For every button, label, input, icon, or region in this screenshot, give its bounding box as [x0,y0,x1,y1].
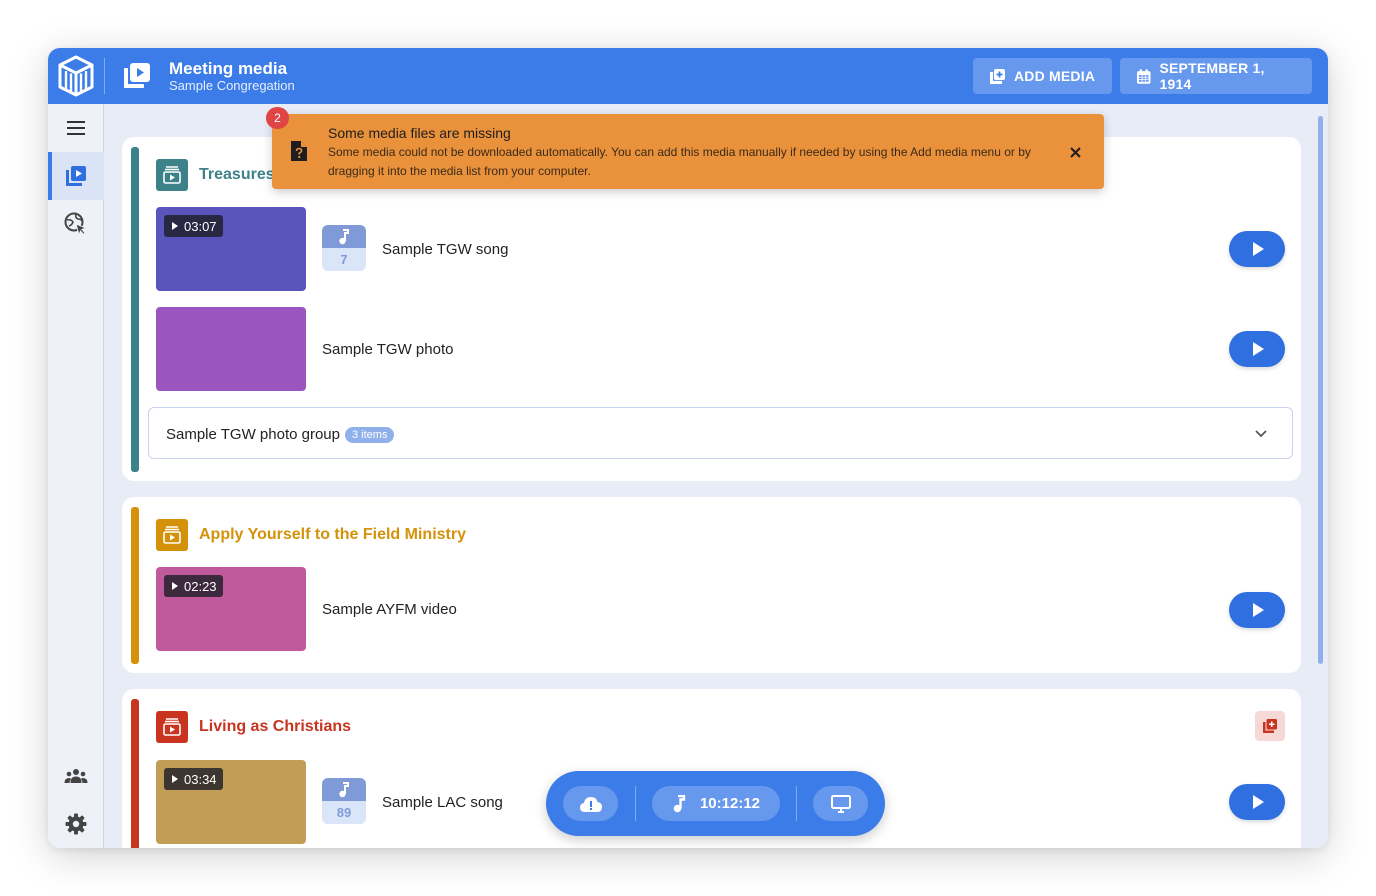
play-button[interactable] [1229,231,1285,267]
media-thumbnail[interactable]: 03:07 [156,207,306,291]
sidebar-menu-button[interactable] [48,104,104,152]
media-label: Sample TGW song [382,241,509,258]
app-window: Meeting media Sample Congregation ADD ME… [48,48,1328,848]
section-media-icon [156,519,188,551]
chevron-down-icon[interactable] [1253,425,1269,441]
media-label: Sample LAC song [382,794,503,811]
sidebar-item-congregations[interactable] [48,752,104,800]
notification-count-badge: 2 [266,107,289,129]
monitor-icon [830,794,851,813]
vertical-scrollbar[interactable] [1318,116,1323,664]
section-color-bar [131,507,139,664]
missing-file-icon [291,141,307,161]
bar-divider [796,786,797,821]
media-stack-icon [163,166,181,184]
section-title: Living as Christians [199,718,352,735]
media-thumbnail[interactable]: 03:34 [156,760,306,844]
media-library-icon [124,63,150,88]
date-picker-button[interactable]: SEPTEMBER 1, 1914 [1120,58,1312,94]
song-number-badge: 89 [322,778,366,824]
play-icon [1253,242,1264,256]
gear-icon [65,813,87,835]
media-label: Sample TGW photo [322,341,454,358]
duration-badge: 02:23 [164,575,223,597]
media-stack-icon [163,718,181,736]
page-title: Meeting media [169,59,288,78]
congregation-name: Sample Congregation [169,78,295,93]
sidebar-item-present-website[interactable] [48,200,104,248]
section-title: Apply Yourself to the Field Ministry [199,526,466,543]
add-media-icon [1263,719,1277,733]
photo-group-row[interactable]: Sample TGW photo group 3 items [148,407,1293,459]
section-media-icon [156,711,188,743]
item-count-chip: 3 items [345,427,395,443]
people-group-icon [64,769,88,783]
bar-divider [635,786,636,821]
group-label: Sample TGW photo group [166,426,340,443]
duration-badge: 03:07 [164,215,223,237]
media-library-icon [66,166,86,186]
sidebar-item-meeting-media[interactable] [48,152,104,200]
play-button[interactable] [1229,592,1285,628]
music-note-icon [339,228,349,244]
sidebar [48,104,104,848]
section-title: Treasures [199,166,275,183]
music-note-icon [673,794,686,812]
top-bar: Meeting media Sample Congregation ADD ME… [48,48,1328,104]
calendar-icon [1136,68,1151,84]
media-thumbnail[interactable] [156,307,306,391]
clock-time: 10:12:12 [699,795,761,812]
menu-icon [67,121,85,135]
play-indicator-icon [172,775,178,783]
media-stack-icon [163,526,181,544]
section-color-bar [131,147,139,472]
notification-message: Some media could not be downloaded autom… [328,145,1031,178]
song-number-badge: 7 [322,225,366,271]
section-card-ayfm: Apply Yourself to the Field Ministry 02:… [122,497,1301,673]
sidebar-item-settings[interactable] [48,800,104,848]
close-notification-button[interactable] [1063,140,1087,164]
add-media-button[interactable]: ADD MEDIA [973,58,1112,94]
background-music-button[interactable]: 10:12:12 [652,786,780,821]
play-button[interactable] [1229,331,1285,367]
missing-media-notification: Some media files are missing Some media … [272,114,1104,189]
section-media-icon [156,159,188,191]
notification-title: Some media files are missing [328,125,511,141]
play-icon [1253,795,1264,809]
song-number: 7 [322,248,366,271]
media-thumbnail[interactable]: 02:23 [156,567,306,651]
song-number: 89 [322,801,366,824]
media-label: Sample AYFM video [322,601,457,618]
duration-badge: 03:34 [164,768,223,790]
globe-cursor-icon [64,212,88,236]
add-media-icon [990,68,1005,84]
cloud-warning-icon [579,796,602,812]
download-status-button[interactable] [563,786,618,821]
play-indicator-icon [172,222,178,230]
play-indicator-icon [172,582,178,590]
add-media-label: ADD MEDIA [1014,68,1096,84]
music-note-icon [339,781,349,797]
top-bar-divider [104,58,105,94]
date-label: SEPTEMBER 1, 1914 [1159,60,1265,92]
play-button[interactable] [1229,784,1285,820]
media-display-button[interactable] [813,786,868,821]
section-color-bar [131,699,139,848]
play-icon [1253,603,1264,617]
bottom-control-bar: 10:12:12 [546,771,885,836]
add-media-to-section-button[interactable] [1255,711,1285,741]
close-icon [1069,146,1081,158]
app-logo-icon [58,55,94,97]
play-icon [1253,342,1264,356]
